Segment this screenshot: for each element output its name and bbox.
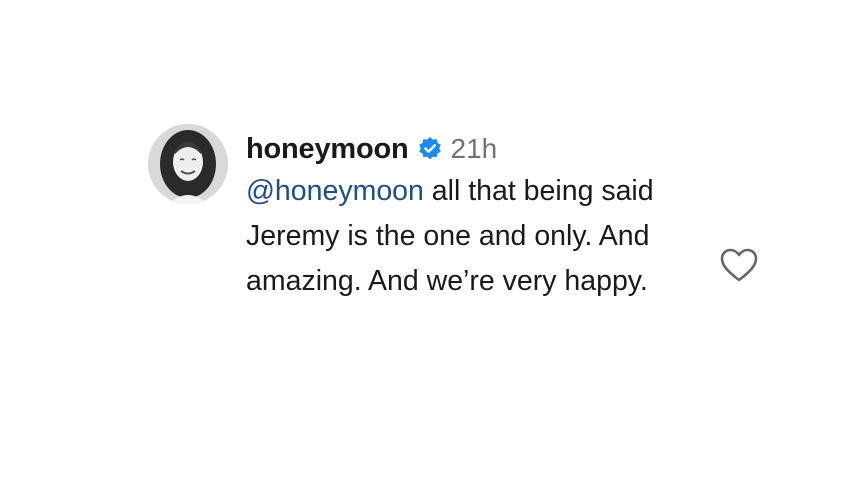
avatar[interactable]	[148, 124, 228, 204]
heart-outline-icon[interactable]	[719, 246, 759, 284]
verified-badge-icon	[417, 136, 443, 162]
comment-text: @honeymoon all that being said Jeremy is…	[246, 169, 716, 304]
comment: honeymoon 21h @honeymoon all that being …	[148, 124, 788, 304]
page: honeymoon 21h @honeymoon all that being …	[0, 0, 848, 477]
comment-timestamp[interactable]: 21h	[451, 133, 498, 165]
comment-body: honeymoon 21h @honeymoon all that being …	[246, 124, 716, 304]
comment-header: honeymoon 21h	[246, 127, 716, 171]
mention-link[interactable]: @honeymoon	[246, 175, 424, 207]
avatar-photo	[148, 124, 228, 204]
username[interactable]: honeymoon	[246, 133, 409, 166]
